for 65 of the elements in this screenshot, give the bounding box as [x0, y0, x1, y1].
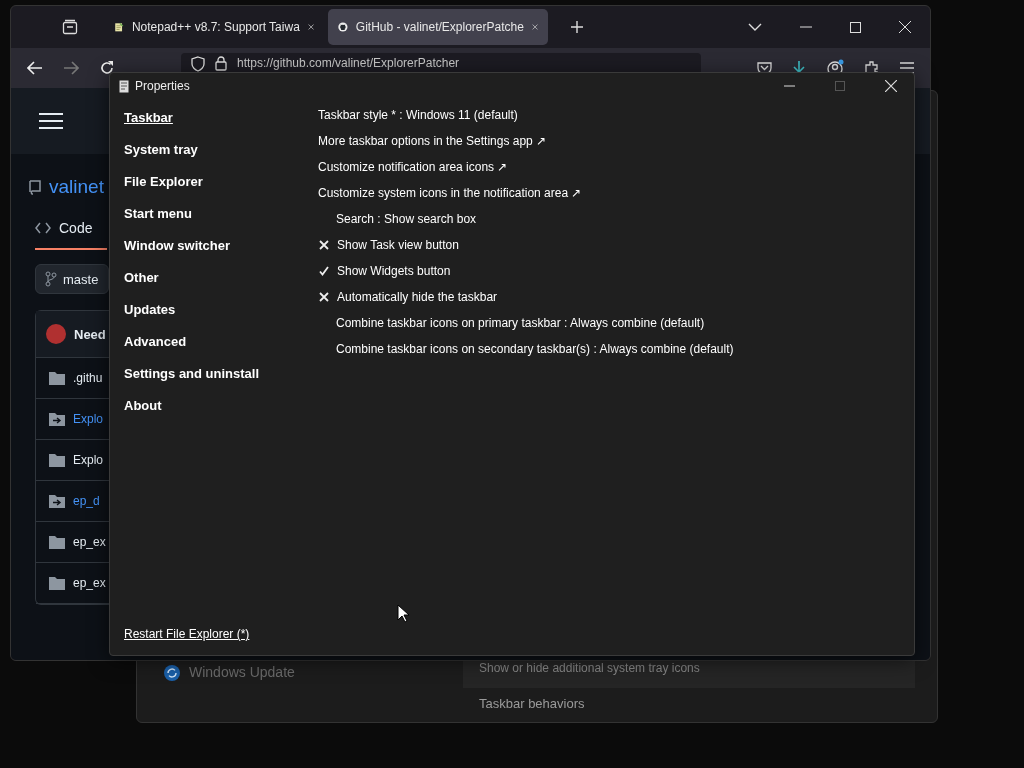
nav-item[interactable]: File Explorer — [124, 173, 203, 190]
file-name[interactable]: ep_d — [73, 494, 100, 508]
reload-icon[interactable] — [99, 60, 115, 76]
section-heading: Taskbar behaviors — [478, 696, 586, 711]
lock-icon — [215, 56, 227, 71]
commit-author[interactable]: Need — [74, 326, 106, 342]
toggle-option[interactable]: Show Widgets button — [337, 264, 451, 278]
tab-title: GitHub - valinet/ExplorerPatche — [355, 20, 524, 34]
folder-arrow-icon — [49, 494, 65, 508]
folder-icon — [49, 576, 65, 590]
restart-link[interactable]: Restart File Explorer (*) — [124, 627, 250, 641]
folder-arrow-icon — [49, 412, 65, 426]
maximize-icon — [835, 81, 845, 91]
repo-icon — [29, 179, 41, 195]
settings-link[interactable]: Customize system icons in the notification area ↗ — [318, 186, 582, 200]
setting-hint: Show or hide additional system tray icons — [479, 661, 700, 675]
folder-icon — [49, 535, 65, 549]
close-icon[interactable] — [307, 22, 314, 32]
cursor-icon — [397, 604, 409, 623]
file-name[interactable]: ep_ex — [73, 576, 106, 590]
nav-item[interactable]: Window switcher — [124, 237, 231, 254]
nav-item[interactable]: About — [124, 397, 162, 414]
branch-button[interactable]: maste — [35, 264, 109, 294]
file-name[interactable]: .githu — [73, 371, 103, 385]
folder-icon — [49, 371, 65, 385]
nav-item[interactable]: Advanced — [124, 333, 187, 350]
update-icon — [163, 664, 181, 682]
nav-item[interactable]: System tray — [124, 141, 198, 158]
setting-option[interactable]: Taskbar style * : Windows 11 (default) — [318, 108, 518, 122]
back-icon[interactable] — [27, 61, 43, 75]
file-name[interactable]: Explo — [73, 453, 104, 467]
nav-item[interactable]: Start menu — [124, 205, 192, 222]
browser-tab[interactable]: Notepad++ v8.7: Support Taiwa — [104, 9, 324, 45]
folder-icon — [49, 453, 65, 467]
nav-item[interactable]: Updates — [124, 301, 176, 318]
settings-link[interactable]: More taskbar options in the Settings app ↗ — [318, 134, 547, 148]
setting-option[interactable]: Search : Show search box — [336, 212, 477, 226]
nav-item[interactable]: Settings and uninstall — [124, 365, 260, 382]
branch-icon — [45, 271, 57, 287]
code-icon — [35, 222, 51, 234]
code-tab[interactable]: Code — [35, 220, 107, 250]
shield-icon — [191, 56, 205, 72]
chevron-down-icon[interactable] — [748, 23, 762, 31]
file-name[interactable]: Explo — [73, 412, 104, 426]
toggle-option[interactable]: Show Task view button — [337, 238, 459, 252]
url-text: https://github.com/valinet/ExplorerPatcher — [237, 56, 460, 70]
forward-icon[interactable] — [63, 61, 79, 75]
settings-link[interactable]: Customize notification area icons ↗ — [318, 160, 508, 174]
close-icon[interactable] — [899, 21, 911, 33]
setting-option[interactable]: Combine taskbar icons on secondary taskbar(s) : Always combine (default) — [336, 342, 734, 356]
avatar-icon — [46, 324, 66, 344]
tab-title: Notepad++ v8.7: Support Taiwa — [131, 20, 300, 34]
file-name[interactable]: ep_ex — [73, 535, 106, 549]
toggle-option[interactable]: Automatically hide the taskbar — [337, 290, 498, 304]
close-icon[interactable] — [885, 80, 897, 92]
repo-link[interactable]: valinet — [49, 176, 104, 198]
app-icon — [119, 79, 129, 93]
nav-item[interactable]: Taskbar — [124, 109, 173, 126]
browser-tab[interactable]: GitHub - valinet/ExplorerPatche — [328, 9, 548, 45]
maximize-icon[interactable] — [850, 21, 861, 33]
menu-icon[interactable] — [39, 112, 63, 130]
nav-item[interactable]: Other — [124, 269, 159, 286]
tabs-icon[interactable] — [62, 19, 78, 35]
plus-icon[interactable] — [570, 20, 584, 34]
setting-option[interactable]: Combine taskbar icons on primary taskbar : Always combine (default) — [336, 316, 705, 330]
